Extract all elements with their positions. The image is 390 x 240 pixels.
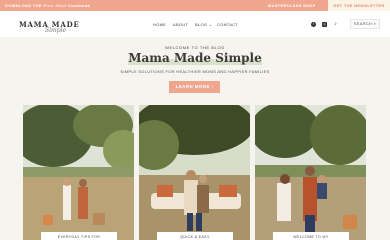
promo-italic: Free Meal: [43, 3, 67, 8]
topbar-link-shop[interactable]: SHOP: [303, 3, 316, 8]
card-title[interactable]: WELCOME TO MY: [273, 232, 349, 240]
logo-script[interactable]: Simple: [45, 27, 66, 34]
family-photo: [255, 105, 366, 240]
promo-prefix: DOWNLOAD THE: [5, 3, 42, 8]
blog-card[interactable]: WELCOME TO MY: [255, 105, 366, 240]
blog-card[interactable]: QUICK & EASY: [139, 105, 250, 240]
learn-more-button[interactable]: LEARN MORE ›: [169, 81, 220, 93]
magnifier-icon: ⌕: [373, 21, 377, 26]
search-button[interactable]: SEARCH ⌕: [350, 19, 380, 29]
tiktok-icon[interactable]: ♪: [333, 22, 338, 27]
card-title[interactable]: QUICK & EASY: [157, 232, 233, 240]
blog-card[interactable]: EVERYDAY TIPS FOR: [23, 105, 134, 240]
instagram-icon[interactable]: ◎: [322, 22, 327, 27]
hero-title: Mama Made Simple: [128, 51, 262, 65]
hero-subtitle: SIMPLE SOLUTIONS FOR HEALTHIER MOMS AND …: [120, 69, 270, 74]
announcement-bar: DOWNLOAD THE Free Meal Cookbook MASTERCL…: [0, 0, 390, 11]
hero-kicker: WELCOME TO THE BLOG: [165, 45, 225, 50]
site-header: MAMA MADE Simple HOME ABOUT BLOG ⌄ CONTA…: [0, 11, 390, 37]
topbar-link-masterclass[interactable]: MASTERCLASS: [268, 3, 302, 8]
promo-suffix: Cookbook: [68, 3, 91, 8]
family-photo: [139, 105, 250, 240]
nav-about[interactable]: ABOUT: [173, 22, 188, 27]
facebook-icon[interactable]: f: [311, 22, 316, 27]
newsletter-button[interactable]: GET THE NEWSLETTER: [328, 0, 390, 11]
family-photo: [23, 105, 134, 240]
nav-blog[interactable]: BLOG ⌄: [195, 22, 212, 27]
nav-contact[interactable]: CONTACT: [217, 22, 238, 27]
search-label: SEARCH: [353, 21, 373, 26]
promo-link[interactable]: DOWNLOAD THE Free Meal Cookbook: [5, 3, 90, 8]
card-title[interactable]: EVERYDAY TIPS FOR: [41, 232, 117, 240]
nav-home[interactable]: HOME: [153, 22, 166, 27]
